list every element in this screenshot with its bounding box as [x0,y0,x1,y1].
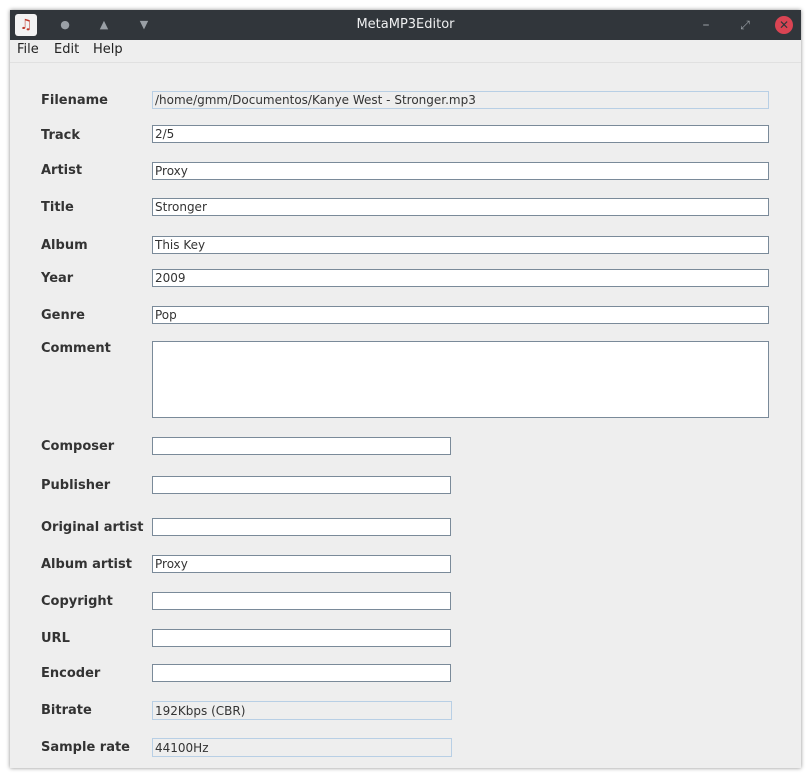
close-icon[interactable]: ✕ [775,16,793,34]
album-field[interactable] [152,236,769,254]
filename-field[interactable] [152,91,769,109]
title-field[interactable] [152,198,769,216]
url-field[interactable] [152,629,451,647]
copyright-label: Copyright [41,594,113,609]
album-artist-field[interactable] [152,555,451,573]
encoder-label: Encoder [41,666,101,681]
menu-file[interactable]: File [17,40,39,62]
app-window: ♫ ● ▲ ▼ MetaMP3Editor – ⤢ ✕ File Edit He… [10,10,801,768]
title-bar[interactable]: ♫ ● ▲ ▼ MetaMP3Editor – ⤢ ✕ [10,10,801,40]
encoder-field[interactable] [152,664,451,682]
minimize-icon[interactable]: – [697,16,715,34]
menu-help[interactable]: Help [93,40,123,62]
filename-label: Filename [41,93,108,108]
tag-form: Filename Track Artist Title Album Year G… [10,63,801,768]
track-label: Track [41,128,80,143]
url-label: URL [41,631,70,646]
publisher-label: Publisher [41,478,111,493]
bitrate-field[interactable] [152,701,452,720]
album-artist-label: Album artist [41,557,132,572]
genre-field[interactable] [152,306,769,324]
sample-rate-field[interactable] [152,738,452,757]
bitrate-label: Bitrate [41,703,92,718]
year-field[interactable] [152,269,769,287]
maximize-icon[interactable]: ⤢ [736,16,754,34]
publisher-field[interactable] [152,476,451,494]
artist-field[interactable] [152,162,769,180]
comment-field[interactable] [152,341,769,418]
menu-edit[interactable]: Edit [54,40,79,62]
window-title: MetaMP3Editor [356,17,455,32]
album-label: Album [41,238,88,253]
sample-rate-label: Sample rate [41,740,131,755]
composer-label: Composer [41,439,115,454]
artist-label: Artist [41,163,83,178]
title-label: Title [41,200,74,215]
composer-field[interactable] [152,437,451,455]
menu-bar: File Edit Help [10,40,801,63]
original-artist-field[interactable] [152,518,451,536]
genre-label: Genre [41,308,85,323]
comment-label: Comment [41,341,111,356]
copyright-field[interactable] [152,592,451,610]
year-label: Year [41,271,74,286]
track-field[interactable] [152,125,769,143]
original-artist-label: Original artist [41,520,144,535]
